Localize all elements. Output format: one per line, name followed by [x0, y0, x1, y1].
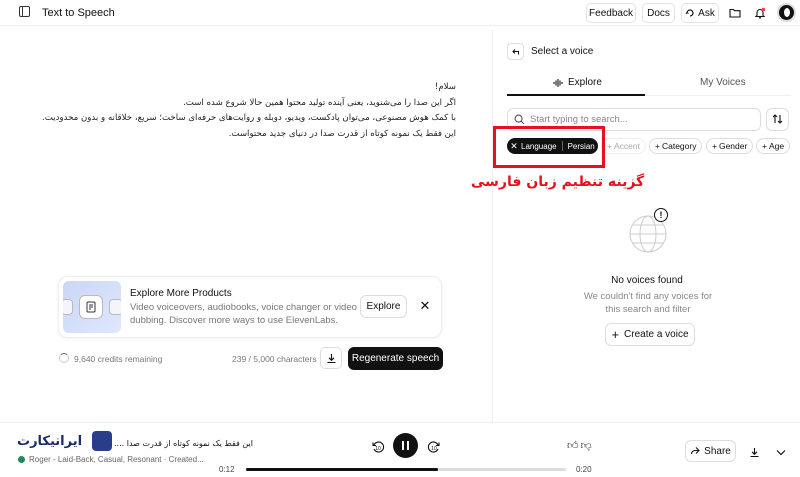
accent-filter-chip[interactable]: + Accent [601, 138, 646, 154]
share-label: Share [704, 445, 731, 457]
notification-bell-icon[interactable] [750, 3, 770, 23]
editor-line: با کمک هوش مصنوعی، می‌توان پادکست، ویدیو… [42, 113, 456, 124]
empty-state-description: We couldn't find any voices for this sea… [583, 291, 713, 315]
feedback-thumbs[interactable]: 👍︎👎︎ [567, 439, 594, 452]
explore-products-card: Explore More Products Video voiceovers, … [58, 276, 442, 338]
playback-progress-bar[interactable] [246, 468, 566, 471]
text-editor[interactable]: سلام! اگر این صدا را می‌شنوید، یعنی آیند… [16, 80, 456, 142]
products-thumbnail [63, 281, 121, 333]
ask-icon [685, 9, 694, 17]
skip-back-label: 10 [375, 446, 381, 452]
audio-icon [63, 299, 73, 315]
track-meta-text: Roger - Laid-Back, Casual, Resonant · Cr… [29, 455, 204, 464]
panel-title: Select a voice [531, 46, 594, 57]
back-arrow-icon [512, 49, 519, 55]
time-total: 0:20 [576, 465, 592, 474]
track-meta: Roger - Laid-Back, Casual, Resonant · Cr… [18, 455, 204, 464]
chevron-down-icon [776, 449, 786, 455]
time-current: 0:12 [219, 465, 235, 474]
download-button[interactable] [320, 347, 342, 369]
plus-icon: + [712, 141, 717, 151]
pause-icon [401, 441, 405, 450]
tab-explore[interactable]: Explore [553, 77, 602, 88]
sort-icon [772, 114, 782, 124]
thumbs-down-icon[interactable]: 👎︎ [581, 440, 594, 452]
age-filter-label: Age [768, 141, 785, 151]
age-filter-chip[interactable]: + Age [756, 138, 791, 154]
back-button[interactable] [507, 43, 524, 60]
card-description: Video voiceovers, audiobooks, voice chan… [130, 302, 357, 326]
forward-icon: 10 [427, 441, 440, 453]
alert-icon: ! [654, 208, 668, 222]
audio-player-bar: ایرانیکارت این فقط یک نمونه کوتاه از قدر… [0, 422, 800, 477]
editor-line: سلام! [434, 82, 456, 92]
editor-line: این فقط یک نمونه کوتاه از قدرت صدا در دن… [228, 128, 456, 139]
user-avatar[interactable] [777, 3, 796, 22]
pause-button[interactable] [393, 433, 418, 458]
gender-filter-chip[interactable]: + Gender [706, 138, 754, 154]
folder-icon[interactable] [725, 3, 745, 23]
ask-button[interactable]: Ask [681, 3, 719, 23]
rewind-icon: 10 [372, 441, 385, 453]
search-icon [514, 114, 525, 125]
create-voice-button[interactable]: + Create a voice [605, 323, 695, 346]
player-download-button[interactable] [745, 443, 763, 461]
pause-icon-bar [406, 441, 410, 450]
explore-button[interactable]: Explore [360, 295, 407, 318]
plus-icon: + [611, 327, 620, 342]
skip-forward-label: 10 [431, 446, 437, 452]
annotation-caption: گزینه تنظیم زبان فارسی [471, 174, 645, 190]
plus-icon: + [762, 141, 767, 151]
ask-label: Ask [698, 7, 715, 19]
category-filter-chip[interactable]: + Category [649, 138, 703, 154]
tab-my-voices[interactable]: My Voices [700, 77, 746, 88]
download-icon [327, 353, 335, 363]
create-voice-label: Create a voice [624, 329, 689, 340]
plus-icon: + [655, 141, 660, 151]
tab-explore-label: Explore [568, 77, 602, 88]
annotation-highlight-box [493, 126, 605, 168]
skip-back-button[interactable]: 10 [371, 440, 385, 454]
regenerate-speech-button[interactable]: Regenerate speech [348, 347, 443, 370]
watermark-logo: ایرانیکارت [14, 431, 114, 453]
logo-badge-icon [92, 431, 112, 451]
top-bar: Text to Speech Feedback Docs Ask [0, 0, 800, 26]
close-icon[interactable]: ✕ [416, 297, 434, 315]
expand-player-button[interactable] [772, 443, 790, 461]
feedback-button[interactable]: Feedback [586, 3, 636, 23]
download-icon [750, 447, 758, 457]
watermark-logo-text: ایرانیکارت [17, 434, 83, 449]
category-filter-label: Category [661, 141, 697, 151]
voice-selector-panel: Select a voice Explore My Voices ✕ Langu… [492, 30, 800, 422]
page-title: Text to Speech [42, 7, 115, 19]
skip-forward-button[interactable]: 10 [427, 440, 441, 454]
plus-icon: + [607, 141, 612, 151]
docs-button[interactable]: Docs [642, 3, 675, 23]
gender-filter-label: Gender [718, 141, 748, 151]
empty-state-title: No voices found [611, 275, 683, 286]
credits-progress-icon [59, 353, 69, 363]
tab-divider [645, 95, 791, 96]
editor-line: اگر این صدا را می‌شنوید، یعنی آینده تولی… [183, 97, 456, 108]
voice-avatar-icon [18, 456, 25, 463]
track-title: این فقط یک نمونه کوتاه از قدرت صدا .... [114, 439, 253, 448]
playback-progress-fill [246, 468, 438, 471]
share-button[interactable]: Share [685, 440, 736, 462]
share-icon [691, 447, 700, 455]
card-title: Explore More Products [130, 288, 232, 299]
document-audio-icon [79, 295, 103, 319]
sidebar-toggle-icon[interactable] [19, 6, 30, 17]
accent-filter-label: Accent [613, 141, 640, 151]
thumbs-up-icon[interactable]: 👍︎ [567, 440, 581, 452]
credits-remaining: 9,640 credits remaining [74, 354, 163, 364]
character-count: 239 / 5,000 characters [232, 354, 317, 364]
sort-button[interactable] [766, 108, 789, 131]
check-badge-icon [109, 299, 121, 315]
waveform-icon [553, 78, 563, 87]
active-tab-indicator [507, 94, 645, 96]
